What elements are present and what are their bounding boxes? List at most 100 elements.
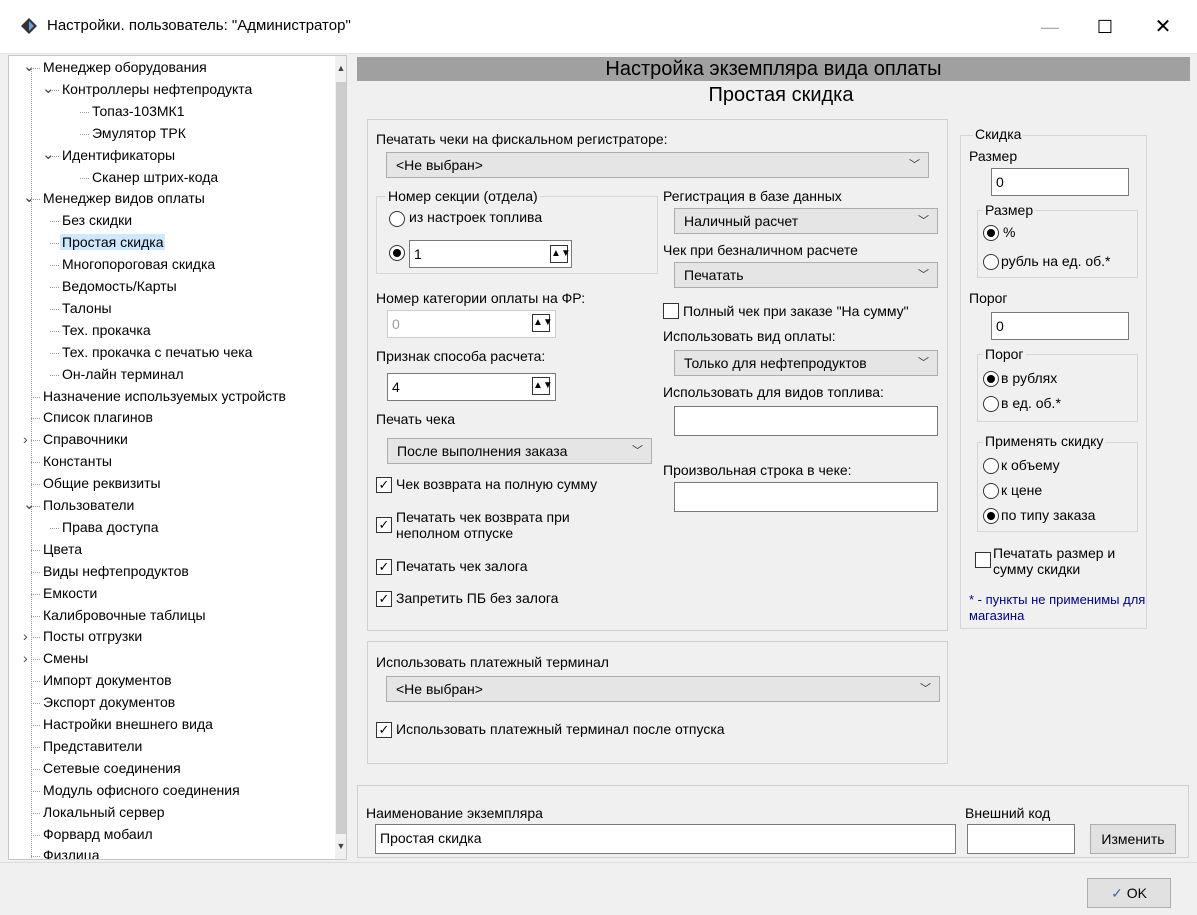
tree-item[interactable]: Ведомость/Карты (60, 276, 179, 298)
deposit-checkbox[interactable]: ✓ (376, 559, 392, 575)
tree-item[interactable]: Он-лайн терминал (60, 364, 186, 386)
return-full-checkbox[interactable]: ✓ (376, 477, 392, 493)
tree-item[interactable]: Многопороговая скидка (60, 254, 217, 276)
tree-item[interactable]: Константы (41, 451, 114, 473)
terminal-select[interactable]: <Не выбран> ﹀ (386, 676, 940, 702)
section-number-input[interactable]: 1 (409, 240, 572, 268)
tree-item[interactable]: Контроллеры нефтепродукта (60, 79, 254, 101)
tree-connector (80, 133, 89, 135)
tree-item[interactable]: Цвета (41, 539, 84, 561)
chevron-down-icon[interactable]: ⌄ (23, 57, 36, 77)
tree-item[interactable]: Простая скидка (60, 232, 166, 254)
tree-item[interactable]: Без скидки (60, 210, 134, 232)
tree-item-label: Простая скидка (60, 234, 166, 251)
tree-item[interactable]: Талоны (60, 298, 114, 320)
close-button[interactable]: ✕ (1143, 10, 1183, 44)
chevron-down-icon[interactable]: ⌄ (23, 188, 36, 208)
tree-item[interactable]: Калибровочные таблицы (41, 605, 208, 627)
apply-order-label: по типу заказа (1001, 507, 1096, 523)
ext-code-input[interactable] (967, 824, 1075, 854)
tree-scroll-thumb[interactable] (336, 82, 346, 834)
print-size-checkbox[interactable] (975, 552, 991, 568)
app-icon (21, 18, 37, 34)
tree-item[interactable]: Топаз-103МК1 (90, 101, 187, 123)
tree-item[interactable]: Виды нефтепродуктов (41, 561, 191, 583)
tree-connector (31, 812, 40, 814)
chevron-right-icon[interactable]: › (23, 626, 35, 646)
full-check-checkbox[interactable] (663, 303, 679, 319)
fuel-types-input[interactable] (674, 406, 938, 436)
tree-item[interactable]: Представители (41, 736, 144, 758)
ok-button[interactable]: ✓ OK (1087, 878, 1171, 908)
tree-item[interactable]: Сетевые соединения (41, 758, 183, 780)
apply-volume-radio[interactable] (983, 458, 999, 474)
size-input[interactable]: 0 (991, 168, 1129, 196)
tree-item[interactable]: Права доступа (60, 517, 160, 539)
tree-item[interactable]: Менеджер оборудования (41, 57, 209, 79)
fiscal-register-select[interactable]: <Не выбран> ﹀ (386, 152, 929, 178)
tree-item[interactable]: Список плагинов (41, 407, 155, 429)
section-number-radio[interactable] (389, 245, 405, 261)
tree-item-label: Он-лайн терминал (62, 365, 184, 382)
threshold-units-radio[interactable] (983, 396, 999, 412)
tree-item[interactable]: Справочники (41, 429, 130, 451)
cashless-select[interactable]: Печатать ﹀ (674, 262, 938, 288)
deposit-label: Печатать чек залога (396, 558, 528, 574)
tree-item[interactable]: Модуль офисного соединения (41, 780, 242, 802)
size-rub-radio[interactable] (983, 254, 999, 270)
tree-item[interactable]: Тех. прокачка с печатью чека (60, 342, 254, 364)
terminal-after-checkbox[interactable]: ✓ (376, 722, 392, 738)
tree-item[interactable]: Менеджер видов оплаты (41, 188, 207, 210)
chevron-right-icon[interactable]: › (23, 429, 35, 449)
tree-item[interactable]: Посты отгрузки (41, 626, 144, 648)
tree-item[interactable]: Экспорт документов (41, 692, 177, 714)
spin-icon[interactable]: ▲▼ (550, 245, 571, 263)
tree-item[interactable]: Форвард мобаил (41, 824, 155, 846)
db-reg-select[interactable]: Наличный расчет ﹀ (674, 208, 938, 234)
tree-item[interactable]: Пользователи (41, 495, 136, 517)
change-button[interactable]: Изменить (1090, 824, 1176, 854)
print-check-select[interactable]: После выполнения заказа ﹀ (387, 438, 652, 464)
threshold-input[interactable]: 0 (991, 312, 1129, 340)
discount-note: * - пункты не применимы для магазина (969, 592, 1146, 623)
tree-item[interactable]: Физлица (41, 845, 102, 859)
threshold-rub-radio[interactable] (983, 371, 999, 387)
tree-item[interactable]: Емкости (41, 583, 99, 605)
tree-item[interactable]: Смены (41, 648, 90, 670)
size-percent-radio[interactable] (983, 225, 999, 241)
chevron-down-icon[interactable]: ⌄ (42, 79, 55, 99)
spin-icon[interactable]: ▲▼ (532, 314, 553, 332)
forbid-pb-checkbox[interactable]: ✓ (376, 591, 392, 607)
tree-item[interactable]: Идентификаторы (60, 145, 177, 167)
instance-name-input[interactable]: Простая скидка (375, 824, 956, 854)
section-from-fuel-radio[interactable] (389, 211, 405, 227)
tree-item[interactable]: Назначение используемых устройств (41, 386, 288, 408)
custom-line-input[interactable] (674, 482, 938, 512)
minimize-button[interactable]: — (1030, 10, 1070, 44)
pay-category-input: 0 (387, 310, 556, 338)
tree-item-label: Тех. прокачка (62, 321, 151, 338)
chevron-down-icon[interactable]: ⌄ (42, 145, 55, 165)
tree-item[interactable]: Общие реквизиты (41, 473, 163, 495)
scroll-down-icon[interactable]: ▼ (335, 836, 346, 856)
tree-item[interactable]: Сканер штрих-кода (90, 167, 220, 189)
tree-item-label: Менеджер видов оплаты (43, 190, 205, 207)
calc-method-input[interactable]: 4 (387, 373, 556, 401)
chevron-down-icon[interactable]: ⌄ (23, 495, 36, 515)
chevron-right-icon[interactable]: › (23, 648, 35, 668)
scroll-up-icon[interactable]: ▲ (335, 58, 346, 78)
maximize-button[interactable]: ☐ (1085, 10, 1125, 44)
tree-item[interactable]: Эмулятор ТРК (90, 123, 188, 145)
tree-item[interactable]: Локальный сервер (41, 802, 167, 824)
apply-order-radio[interactable] (983, 508, 999, 524)
tree-item[interactable]: Настройки внешнего вида (41, 714, 215, 736)
spin-icon[interactable]: ▲▼ (532, 377, 553, 395)
ok-label: OK (1126, 885, 1147, 901)
tree-item[interactable]: Тех. прокачка (60, 320, 153, 342)
settings-tree[interactable]: Менеджер оборудования ⌄ Контроллеры нефтеп… (8, 55, 347, 860)
tree-item-label: Форвард мобаил (43, 825, 153, 842)
tree-item[interactable]: Импорт документов (41, 670, 174, 692)
use-payment-select[interactable]: Только для нефтепродуктов ﹀ (674, 350, 938, 376)
apply-price-radio[interactable] (983, 483, 999, 499)
return-partial-checkbox[interactable]: ✓ (376, 517, 392, 533)
